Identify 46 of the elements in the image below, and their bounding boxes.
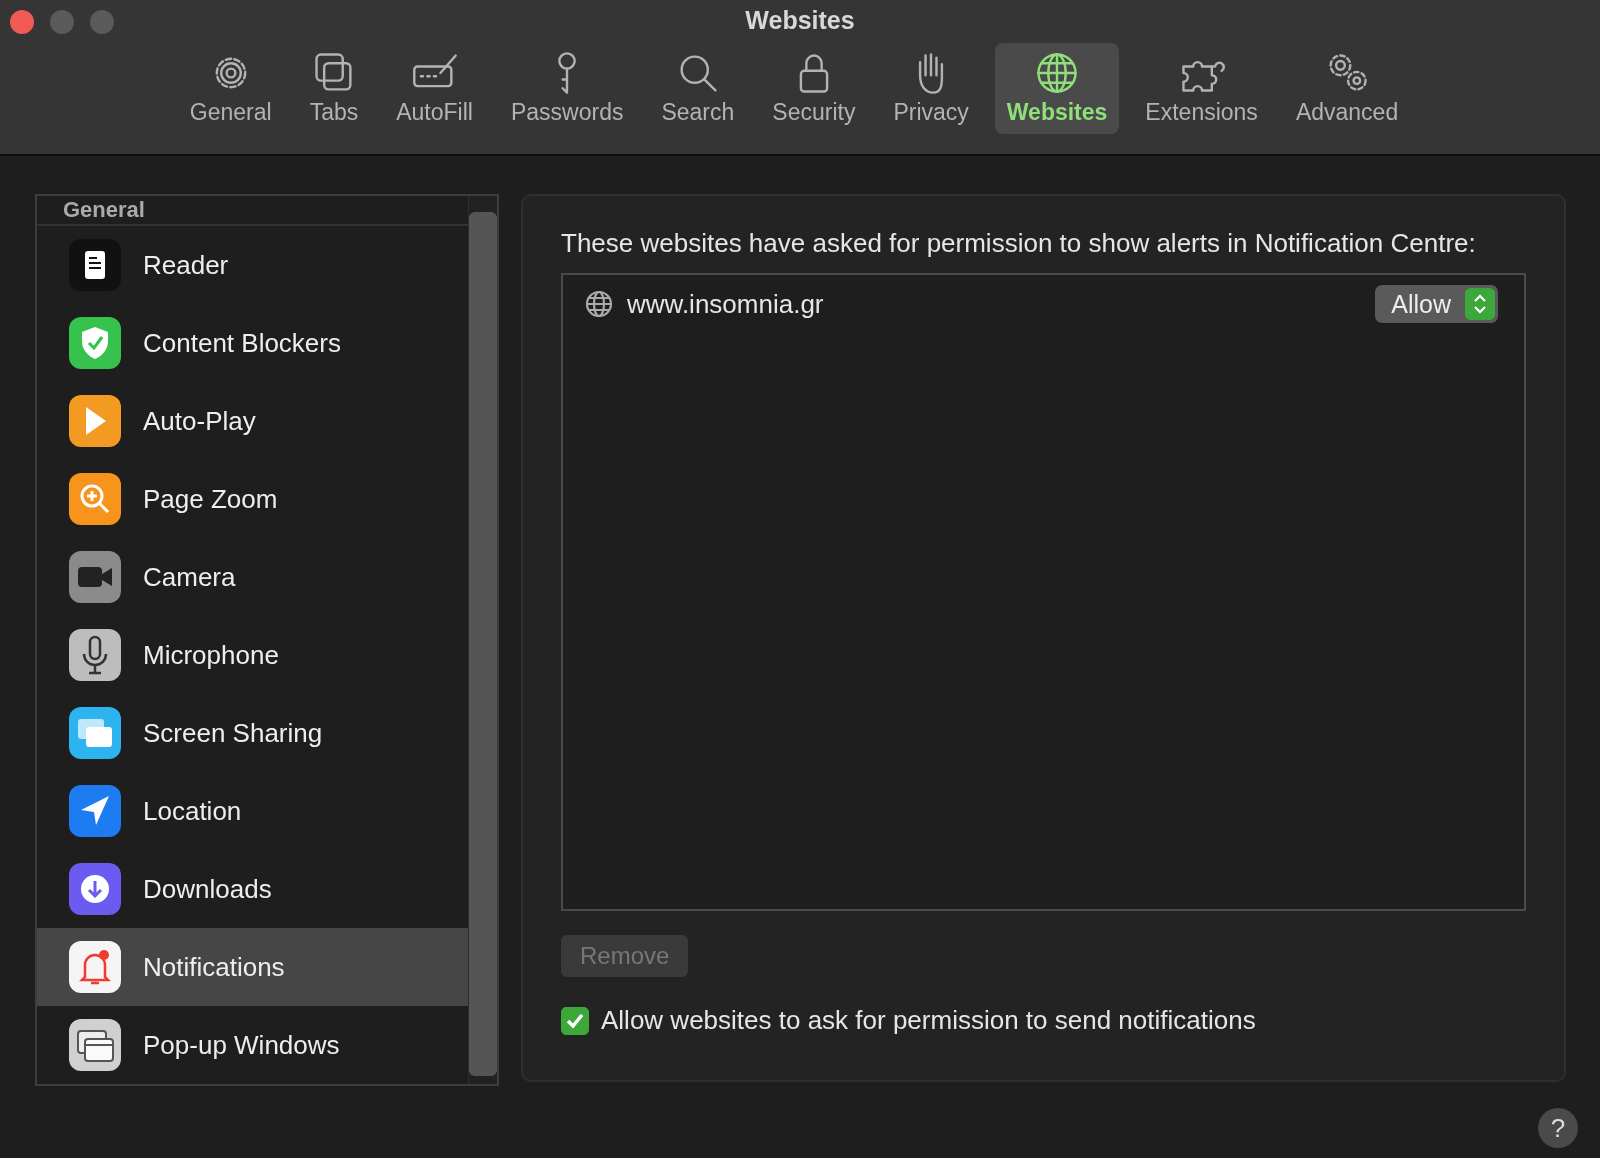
sidebar-item[interactable]: Content Blockers: [37, 304, 468, 382]
reader-icon: [69, 239, 121, 291]
toolbar-tab[interactable]: Websites: [994, 43, 1120, 134]
sidebar-item[interactable]: Reader: [37, 226, 468, 304]
location-icon: [69, 785, 121, 837]
camera-icon: [69, 551, 121, 603]
help-button[interactable]: ?: [1538, 1108, 1578, 1148]
website-domain: www.insomnia.gr: [627, 288, 825, 320]
toolbar-tab[interactable]: Tabs: [297, 43, 371, 134]
toolbar-tab[interactable]: Security: [760, 43, 868, 134]
sidebar-item[interactable]: Location: [37, 772, 468, 850]
scrollbar-track[interactable]: [468, 196, 497, 1084]
mic-icon: [69, 629, 121, 681]
sidebar-item[interactable]: Camera: [37, 538, 468, 616]
sidebar-header: General: [37, 196, 468, 226]
toolbar-tab[interactable]: Privacy: [881, 43, 981, 134]
sidebar-item[interactable]: Auto-Play: [37, 382, 468, 460]
checkbox-label: Allow websites to ask for permission to send notifications: [601, 1005, 1256, 1036]
bell-icon: [69, 941, 121, 993]
minimize-button[interactable]: [50, 10, 74, 34]
checkbox[interactable]: [561, 1006, 589, 1035]
popup-icon: [69, 1019, 121, 1071]
toolbar-tab[interactable]: General: [177, 43, 284, 134]
sidebar-item[interactable]: Screen Sharing: [37, 694, 468, 772]
toolbar-tab[interactable]: AutoFill: [384, 43, 485, 134]
play-icon: [69, 395, 121, 447]
window-title: Websites: [745, 5, 855, 35]
zoom-button[interactable]: [90, 10, 114, 34]
sidebar-item[interactable]: Downloads: [37, 850, 468, 928]
toolbar-tab[interactable]: Extensions: [1133, 43, 1270, 134]
download-icon: [69, 863, 121, 915]
globe-icon: [585, 290, 613, 318]
description-text: These websites have asked for permission to show alerts in Notification Centre:: [561, 228, 1477, 259]
screens-icon: [69, 707, 121, 759]
toolbar-tab[interactable]: Search: [649, 43, 747, 134]
zoom-icon: [69, 473, 121, 525]
toolbar-tab[interactable]: Passwords: [498, 43, 636, 134]
toolbar-tab[interactable]: Advanced: [1283, 43, 1411, 134]
stepper-icon: [1465, 288, 1495, 320]
close-button[interactable]: [10, 10, 34, 34]
shield-icon: [69, 317, 121, 369]
permission-popup[interactable]: Allow: [1375, 285, 1498, 323]
sidebar-item[interactable]: Notifications: [37, 928, 468, 1006]
sidebar-item[interactable]: Pop-up Windows: [37, 1006, 468, 1084]
sidebar-item[interactable]: Page Zoom: [37, 460, 468, 538]
sidebar-item[interactable]: Microphone: [37, 616, 468, 694]
